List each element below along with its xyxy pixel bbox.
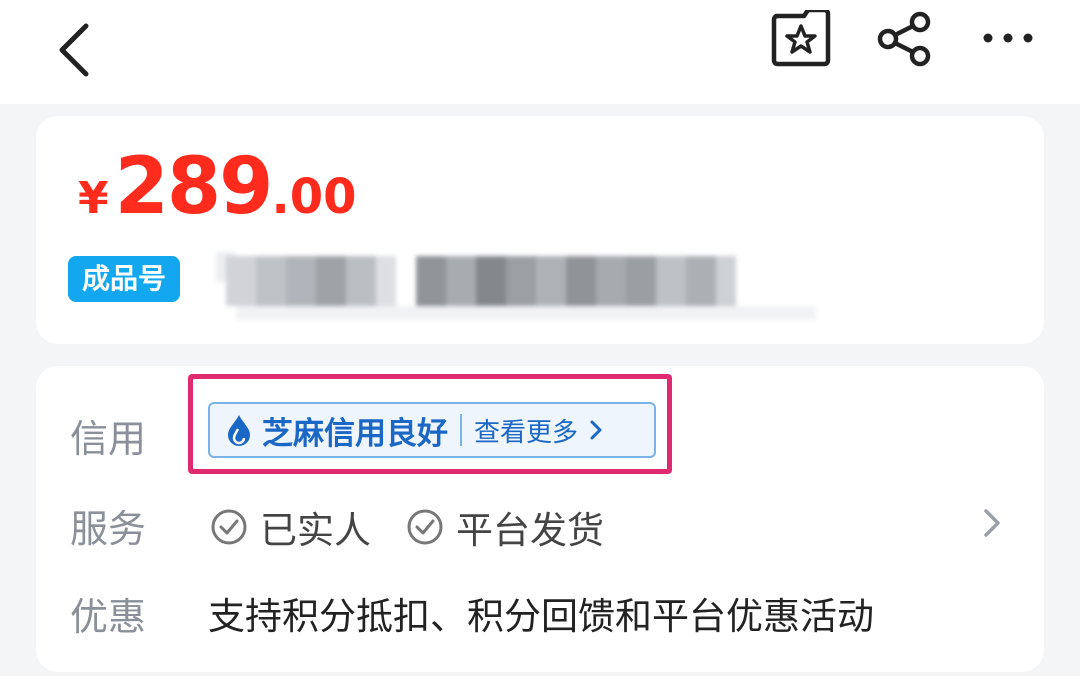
- more-dots-icon[interactable]: [978, 22, 1038, 52]
- check-circle-icon: [407, 509, 443, 545]
- service-item-platform-delivery: 平台发货: [406, 500, 604, 554]
- view-more-link[interactable]: 查看更多: [474, 412, 578, 449]
- star-folder-icon[interactable]: [770, 10, 832, 68]
- chevron-left-icon[interactable]: [52, 20, 102, 80]
- service-chevron-right-icon[interactable]: [980, 506, 1004, 540]
- product-type-tag: 成品号: [68, 256, 180, 302]
- promo-label: 优惠: [70, 595, 147, 639]
- credit-label: 信用: [70, 417, 147, 461]
- chip-divider: [460, 414, 462, 446]
- service-delivery-text: 平台发货: [456, 509, 604, 552]
- price-integer: 289: [114, 142, 274, 232]
- currency-symbol: ¥: [78, 173, 109, 224]
- service-label: 服务: [70, 507, 147, 551]
- credit-status-text: 芝麻信用良好: [262, 415, 448, 452]
- check-circle-icon: [211, 509, 247, 545]
- price: ¥ 289 .00: [78, 142, 356, 232]
- blurred-product-title: [216, 252, 816, 320]
- chevron-right-icon: [590, 420, 602, 440]
- sesame-drop-icon: [228, 415, 250, 446]
- service-verified-text: 已实人: [260, 509, 371, 552]
- service-item-verified: 已实人: [210, 500, 371, 554]
- credit-badge[interactable]: 芝麻信用良好 查看更多: [208, 402, 656, 458]
- info-card: 信用 芝麻信用良好 查看更多 服务 已实人 平台发货 优惠 支持积分抵扣、积分回…: [36, 366, 1044, 672]
- promo-text: 支持积分抵扣、积分回馈和平台优惠活动: [208, 595, 874, 638]
- price-decimal: .00: [271, 169, 357, 225]
- price-card: ¥ 289 .00 成品号: [36, 116, 1044, 344]
- top-navigation-bar: [0, 0, 1080, 104]
- share-icon[interactable]: [876, 10, 934, 68]
